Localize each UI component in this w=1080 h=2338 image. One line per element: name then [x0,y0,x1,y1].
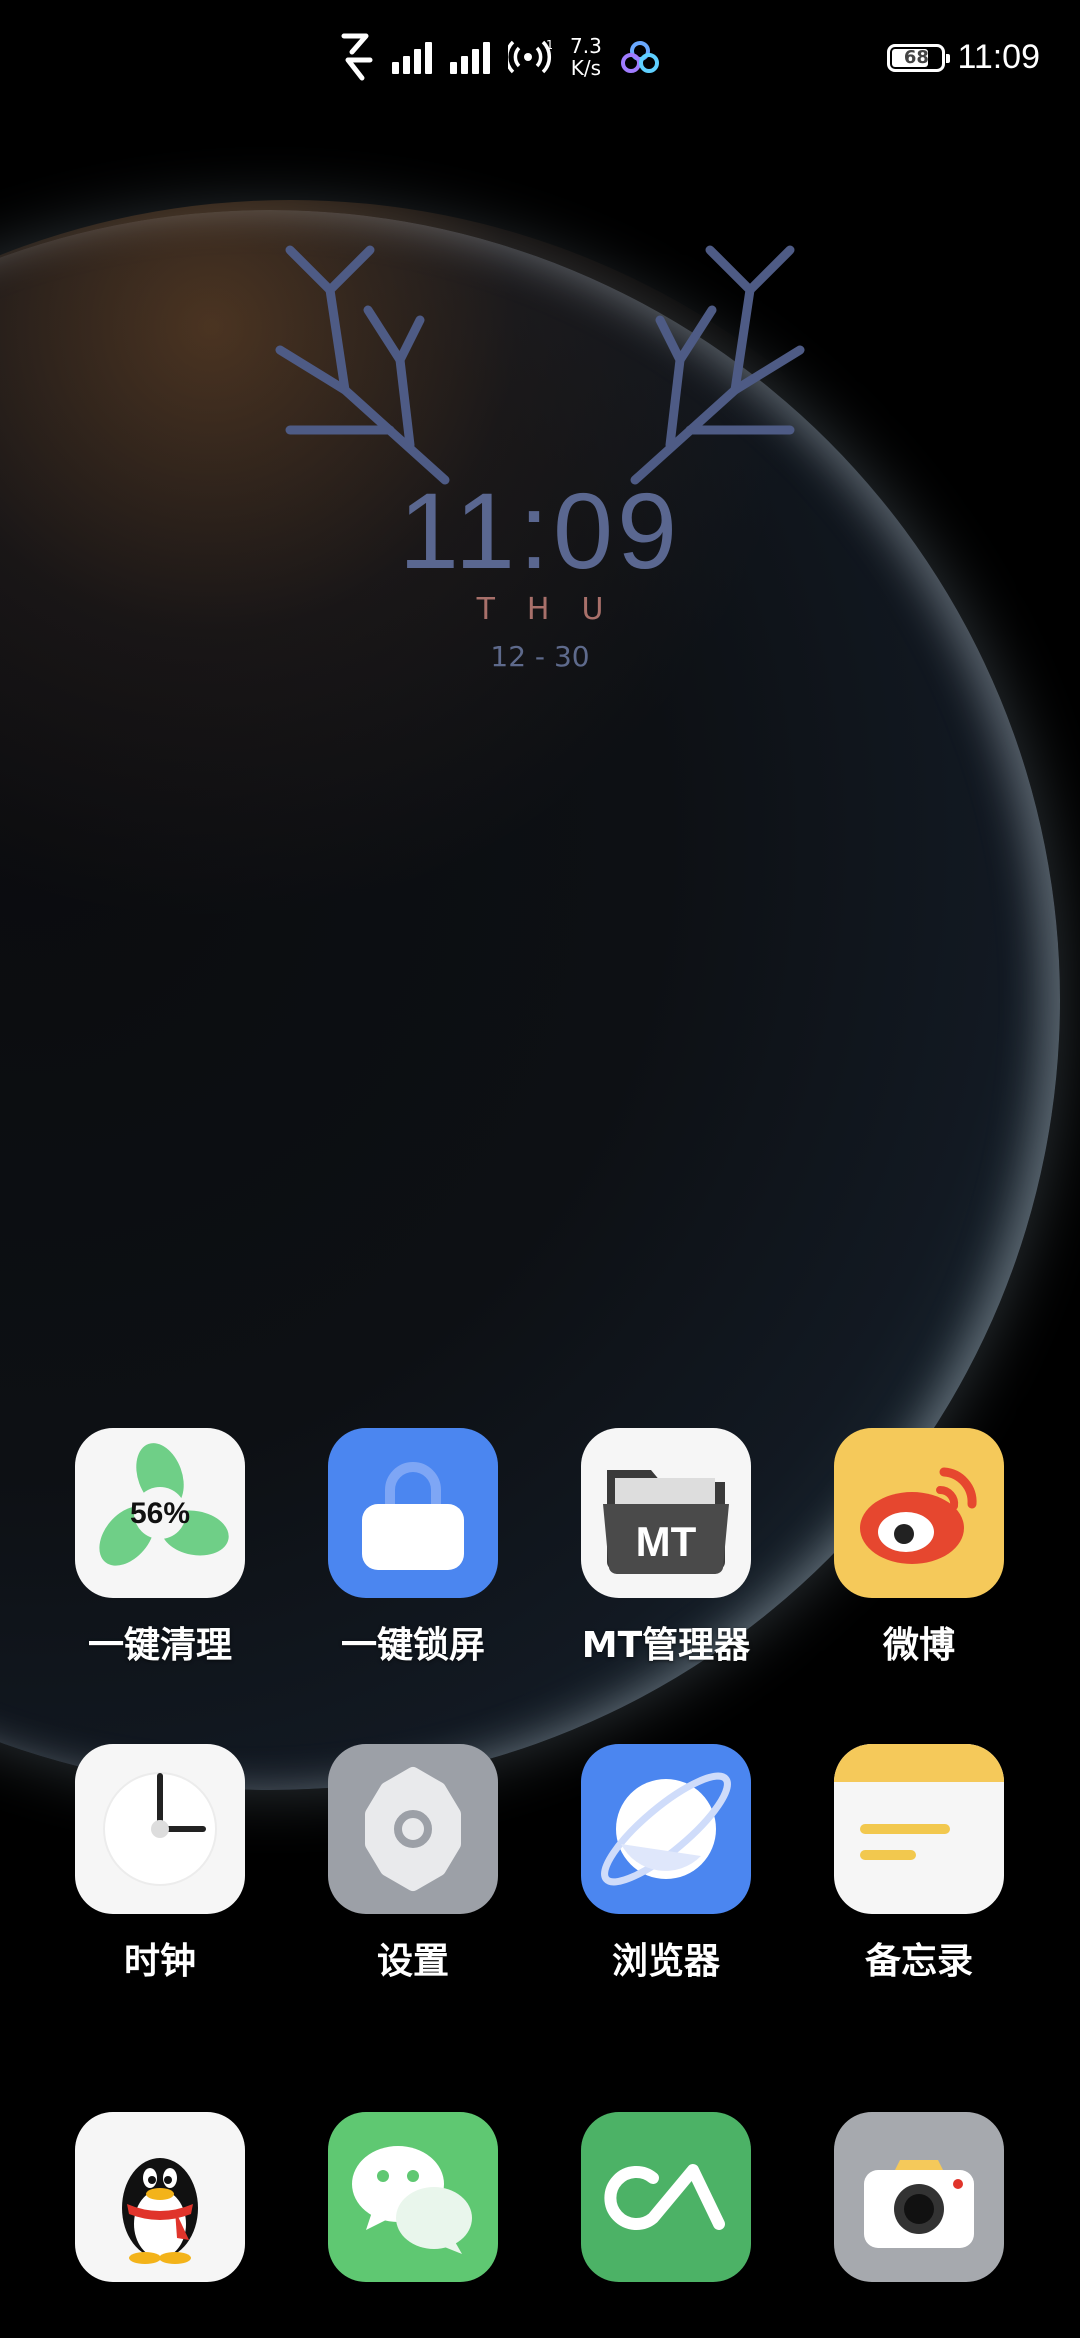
app-label: 设置 [376,1941,449,1982]
browser-planet-icon [581,1744,751,1914]
net-speed: 7.3 K/s [570,35,602,79]
share-app-icon [581,2112,751,2282]
dock-app-wechat[interactable] [303,2112,523,2282]
net-speed-unit: K/s [570,56,602,80]
app-browser[interactable]: 浏览器 [556,1744,776,1984]
settings-gear-icon [328,1744,498,1914]
app-label: 时钟 [123,1941,196,1982]
app-notes[interactable]: 备忘录 [809,1744,1029,1984]
app-label: MT管理器 [581,1625,751,1666]
status-icons-left: 1 7.3 K/s [340,28,660,86]
clock-icon [75,1744,245,1914]
app-one-key-lock[interactable]: 一键锁屏 [303,1428,523,1668]
dock-app-camera[interactable] [809,2112,1029,2282]
battery-icon: 68 [887,43,951,72]
fan-clean-icon: 56% [75,1428,245,1598]
clean-badge: 56% [130,1497,190,1530]
camera-icon [834,2112,1004,2282]
qq-penguin-icon [75,2112,245,2282]
svg-text:1: 1 [546,38,552,52]
status-bar: 1 7.3 K/s 68 11:09 [0,0,1080,120]
antlers-icon [275,245,805,485]
weibo-icon [834,1428,1004,1598]
svg-text:MT: MT [636,1518,697,1565]
app-label: 浏览器 [611,1941,720,1982]
app-label: 一键清理 [87,1625,232,1666]
wechat-icon [328,2112,498,2282]
signal-sim2-icon [450,40,490,74]
app-label: 备忘录 [864,1941,973,1982]
app-label: 一键锁屏 [340,1625,485,1666]
net-speed-value: 7.3 [570,34,602,58]
app-settings[interactable]: 设置 [303,1744,523,1984]
mt-folder-icon: MT [581,1428,751,1598]
app-mt-manager[interactable]: MT MT管理器 [556,1428,776,1668]
status-icons-right: 68 11:09 [887,38,1040,77]
data-transfer-icon [341,33,373,81]
app-clock[interactable]: 时钟 [50,1744,270,1984]
signal-sim1-icon [392,40,432,74]
widget-time: 11:09 [398,470,682,591]
status-time: 11:09 [957,38,1040,76]
clock-widget[interactable]: 11:09 THU 12 - 30 [250,190,830,690]
app-label: 微博 [882,1625,955,1666]
app-weibo[interactable]: 微博 [809,1428,1029,1668]
widget-date: 12 - 30 [490,640,590,673]
notes-icon [834,1744,1004,1914]
widget-day: THU [476,592,636,627]
cloud-sync-icon [620,41,659,73]
lock-icon [328,1428,498,1598]
hotspot-icon: 1 [508,38,552,74]
dock-app-share[interactable] [556,2112,776,2282]
dock-app-qq[interactable] [50,2112,270,2282]
app-one-key-clean[interactable]: 56% 一键清理 [50,1428,270,1668]
battery-level: 68 [903,47,929,68]
